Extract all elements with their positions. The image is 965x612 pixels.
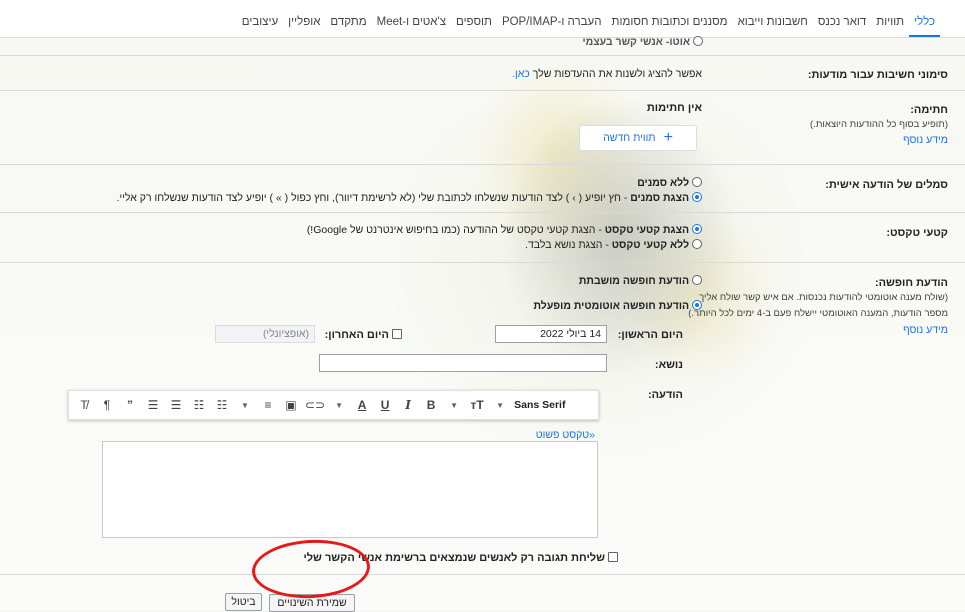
last-day-label: היום האחרון:	[324, 329, 389, 341]
snippets-opt-show: הצגת קטעי טקסט - הצגת קטעי טקסט של ההודע…	[307, 224, 702, 236]
font-size-dropdown-icon[interactable]: ▼	[445, 395, 463, 415]
first-day-label: היום הראשון:	[617, 329, 683, 341]
subject-label: נושא:	[654, 359, 683, 371]
insert-link-icon[interactable]: ⊂⊃	[305, 395, 325, 415]
divider	[0, 90, 965, 91]
divider	[0, 212, 965, 213]
importance-link[interactable]: כאן.	[512, 68, 530, 80]
show-snippets-radio[interactable]	[692, 224, 702, 234]
vacation-label: הודעת חופשה:	[874, 277, 948, 289]
no-snippets-label: ללא קטעי טקסט	[611, 239, 690, 251]
show-snippets-desc: - הצגת קטעי טקסט של ההודעה (כמו בחיפוש א…	[306, 224, 605, 236]
formatting-toolbar: T̸ ¶ ” ☰ ☰ ☷ ☷ ▼ ≡ ▣ ⊂⊃ ▼ A U I B ▼ тT ▼…	[68, 390, 599, 420]
tab-addons[interactable]: תוספים	[451, 16, 497, 37]
importance-text: אפשר להציג ולשנות את ההעדפות שלך כאן.	[512, 68, 702, 80]
font-dropdown-icon[interactable]: ▼	[491, 395, 509, 415]
font-selector[interactable]: Sans Serif	[514, 395, 569, 415]
tab-accounts[interactable]: חשבונות וייבוא	[733, 16, 813, 37]
no-indicators-label: ללא סמנים	[637, 177, 690, 189]
vacation-on-radio[interactable]	[692, 300, 702, 310]
indent-more-icon[interactable]: ☰	[167, 395, 185, 415]
new-signature-label: תווית חדשה	[603, 132, 656, 144]
font-size-icon[interactable]: тT	[468, 395, 486, 415]
divider	[0, 574, 965, 575]
numbered-list-icon[interactable]: ☷	[213, 395, 231, 415]
vacation-learn-more-link[interactable]: מידע נוסף	[903, 324, 948, 336]
italic-icon[interactable]: I	[399, 395, 417, 415]
last-day-input[interactable]: (אופציונלי)	[215, 325, 315, 343]
text-color-icon[interactable]: A	[353, 395, 371, 415]
last-day-option: היום האחרון:	[325, 329, 402, 341]
tab-filters[interactable]: מסננים וכתובות חסומות	[607, 16, 733, 37]
text-color-dropdown-icon[interactable]: ▼	[330, 395, 348, 415]
signature-sub: (תופיע בסוף כל ההודעות היוצאות.)	[810, 119, 948, 130]
new-signature-button[interactable]: + תווית חדשה	[579, 125, 697, 151]
signature-label: חתימה:	[910, 104, 948, 116]
tab-labels[interactable]: תוויות	[871, 16, 909, 37]
vacation-sub-1: (שולח מענה אוטומטי להודעות נכנסות. אם אי…	[699, 292, 948, 303]
show-indicators-label: הצגת סמנים	[630, 192, 690, 204]
cancel-button[interactable]: ביטול	[225, 593, 262, 611]
message-label: הודעה:	[647, 389, 683, 401]
vacation-off-option: הודעת חופשה מושבתת	[579, 275, 702, 287]
vacation-sub-2: מספר הודעות, המענה האוטומטי יישלח פעם ב-…	[688, 308, 948, 319]
rtl-direction-icon[interactable]: ¶	[98, 395, 116, 415]
contacts-only-checkbox[interactable]	[608, 552, 618, 562]
importance-label: סימוני חשיבות עבור מודעות:	[807, 69, 948, 81]
underline-icon[interactable]: U	[376, 395, 394, 415]
plain-text-link[interactable]: «טקסט פשוט	[536, 429, 595, 441]
bulleted-list-icon[interactable]: ☷	[190, 395, 208, 415]
align-dropdown-icon[interactable]: ▼	[236, 395, 254, 415]
red-annotation-circle	[250, 536, 372, 602]
divider	[0, 262, 965, 263]
last-day-checkbox[interactable]	[392, 329, 402, 339]
settings-tabs: כללי תוויות דואר נכנס חשבונות וייבוא מסנ…	[0, 0, 965, 38]
no-snippets-desc: - הצגת נושא בלבד.	[525, 239, 612, 251]
align-icon[interactable]: ≡	[259, 395, 277, 415]
vacation-off-label: הודעת חופשה מושבתת	[578, 275, 690, 287]
divider	[0, 164, 965, 165]
plus-icon: +	[663, 129, 673, 146]
vacation-on-option: הודעת חופשה אוטומטית מופעלת	[533, 300, 702, 312]
personal-opt-none: ללא סמנים	[637, 177, 702, 189]
signature-learn-more-link[interactable]: מידע נוסף	[903, 134, 948, 146]
importance-desc: אפשר להציג ולשנות את ההעדפות שלך	[532, 68, 702, 80]
no-snippets-radio[interactable]	[692, 239, 702, 249]
first-day-input[interactable]: 14 ביולי 2022	[495, 325, 607, 343]
tab-offline[interactable]: אופליין	[283, 16, 325, 37]
snippets-opt-none: ללא קטעי טקסט - הצגת נושא בלבד.	[525, 239, 702, 251]
no-signatures-text: אין חתימות	[646, 102, 702, 114]
cut-off-label: אוטו- אנשי קשר בעצמי	[582, 36, 691, 48]
personal-indicators-label: סמלים של הודעה אישית:	[825, 179, 948, 191]
tab-themes[interactable]: עיצובים	[237, 16, 283, 37]
personal-opt-show: הצגת סמנים - חץ יופיע ( › ) לצד הודעות ש…	[117, 192, 702, 204]
remove-formatting-icon[interactable]: T̸	[75, 395, 93, 415]
snippets-label: קטעי טקסט:	[886, 227, 948, 239]
indent-less-icon[interactable]: ☰	[144, 395, 162, 415]
bold-icon[interactable]: B	[422, 395, 440, 415]
tab-chat-meet[interactable]: צ'אטים ו-Meet	[372, 16, 451, 37]
show-indicators-radio[interactable]	[692, 192, 702, 202]
tab-general[interactable]: כללי	[909, 16, 940, 37]
quote-icon[interactable]: ”	[121, 395, 139, 415]
show-snippets-label: הצגת קטעי טקסט	[604, 224, 690, 236]
show-indicators-desc: - חץ יופיע ( › ) לצד הודעות שנשלחו לכתוב…	[116, 192, 631, 204]
insert-image-icon[interactable]: ▣	[282, 395, 300, 415]
message-editor[interactable]	[102, 441, 598, 538]
tab-forwarding[interactable]: העברה ו-POP/IMAP	[497, 16, 607, 37]
tab-advanced[interactable]: מתקדם	[325, 16, 371, 37]
cut-off-option: אוטו- אנשי קשר בעצמי	[582, 36, 703, 48]
vacation-off-radio[interactable]	[692, 275, 702, 285]
no-indicators-radio[interactable]	[692, 177, 702, 187]
cut-off-radio[interactable]	[693, 36, 703, 46]
tab-inbox[interactable]: דואר נכנס	[813, 16, 871, 37]
divider	[0, 55, 965, 56]
settings-content: אוטו- אנשי קשר בעצמי סימוני חשיבות עבור …	[0, 36, 965, 612]
vacation-on-label: הודעת חופשה אוטומטית מופעלת	[533, 300, 690, 312]
subject-input[interactable]	[319, 354, 607, 372]
